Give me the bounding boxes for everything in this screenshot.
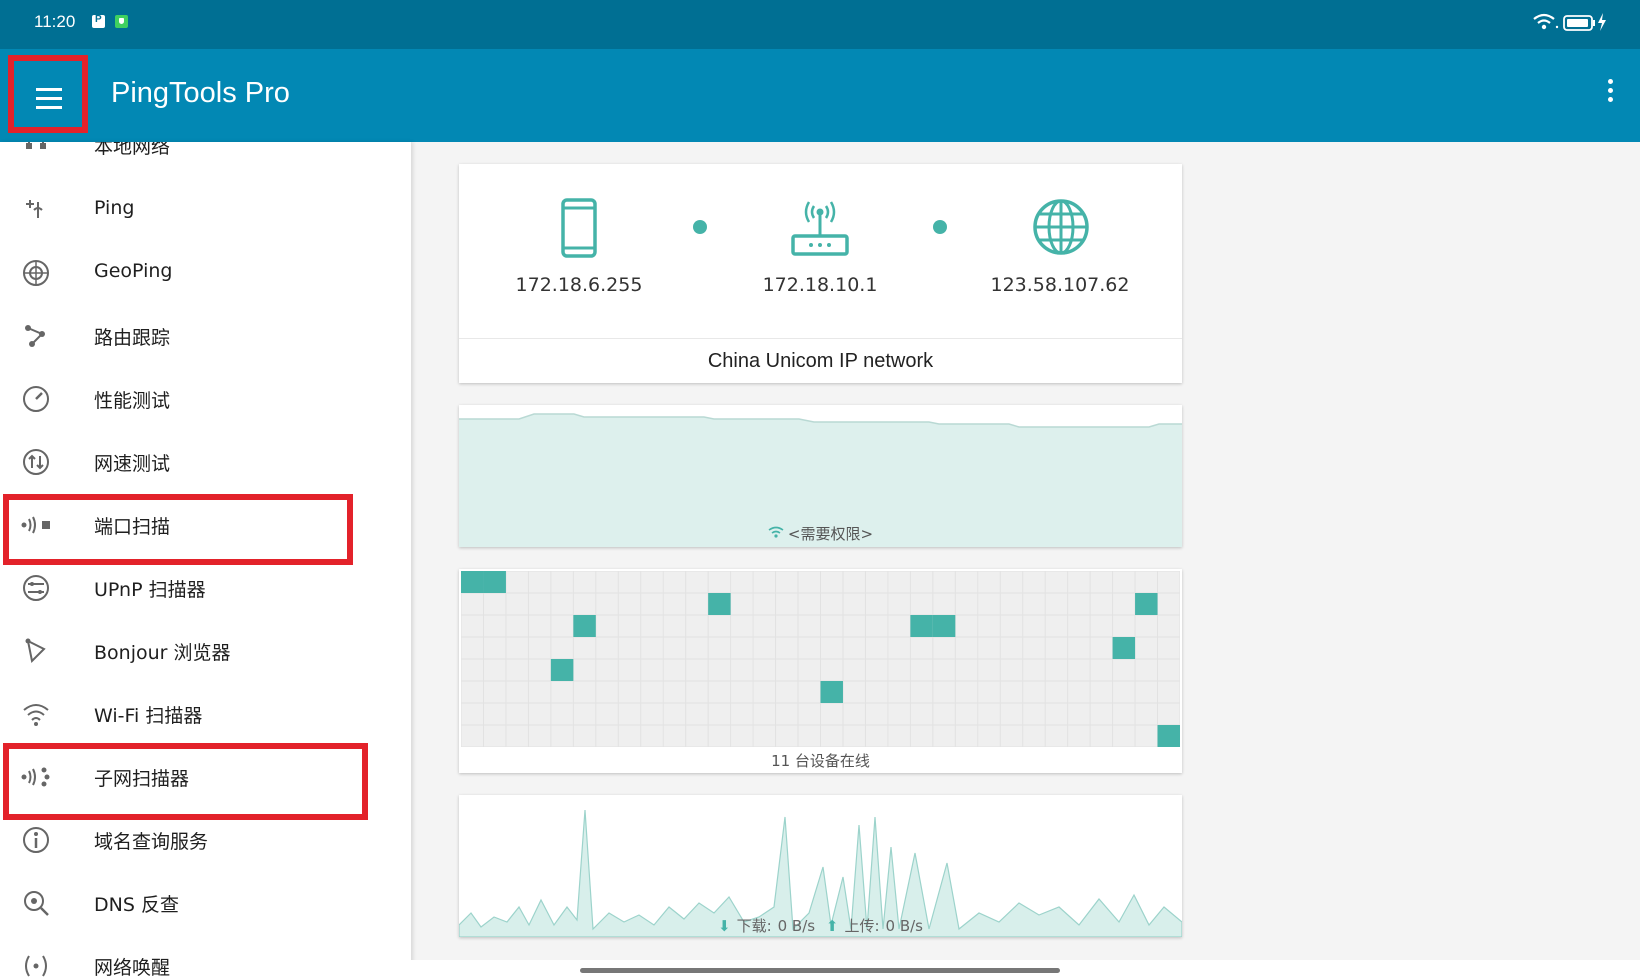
- online-device-cell: [550, 659, 574, 681]
- router-icon: [791, 201, 849, 256]
- status-icons: [1532, 10, 1610, 38]
- online-device-cell: [573, 615, 596, 637]
- up-down-arrows-icon: [23, 449, 49, 475]
- menu-button[interactable]: [8, 55, 88, 133]
- online-device-cell: [1157, 725, 1180, 747]
- download-value: 0 B/s: [777, 917, 816, 935]
- wifi-battery-icon: [1533, 13, 1606, 31]
- nav-item-bonjour-browser[interactable]: Bonjour 浏览器: [0, 619, 411, 682]
- online-device-cell: [708, 593, 731, 615]
- device-grid: [461, 571, 1180, 747]
- upload-arrow-icon: ⬆: [825, 917, 839, 935]
- nav-item-dns-lookup[interactable]: DNS 反查: [0, 871, 411, 934]
- overflow-menu-button[interactable]: [1604, 79, 1616, 107]
- subnet-scan-icon: [21, 767, 50, 787]
- globe-icon: [23, 260, 49, 286]
- nav-label: DNS 反查: [94, 894, 179, 916]
- upnp-icon: [23, 575, 49, 601]
- phone-icon: [561, 198, 597, 258]
- dns-lookup-icon: [24, 891, 49, 916]
- wifi-signal-card[interactable]: <需要权限>: [459, 405, 1182, 547]
- traffic-stats: ⬇ 下载: 0 B/s ⬆ 上传: 0 B/s: [459, 915, 1182, 936]
- nav-item-benchmark[interactable]: 性能测试: [0, 367, 411, 430]
- nav-item-upnp-scanner[interactable]: UPnP 扫描器: [0, 556, 411, 619]
- nav-label: 域名查询服务: [94, 831, 209, 853]
- nav-label: 本地网络: [94, 142, 171, 158]
- nav-label: 性能测试: [94, 390, 171, 412]
- wake-on-lan-icon: [25, 955, 47, 977]
- online-device-cell: [483, 571, 506, 593]
- router-ip: 172.18.10.1: [762, 274, 878, 296]
- nav-item-geoping[interactable]: GeoPing: [0, 241, 411, 304]
- nav-label: 子网扫描器: [94, 768, 190, 790]
- nav-label: 端口扫描: [94, 516, 171, 538]
- bonjour-icon: [25, 638, 46, 664]
- shield-icon: [115, 15, 128, 28]
- whois-icon: [23, 827, 49, 853]
- external-ip: 123.58.107.62: [990, 274, 1130, 296]
- download-label: 下载:: [736, 917, 772, 935]
- nav-label: Bonjour 浏览器: [94, 642, 231, 664]
- devices-online-count: 11 台设备在线: [771, 752, 870, 770]
- nav-item-subnet-scanner[interactable]: 子网扫描器: [0, 745, 411, 808]
- nav-item-whois[interactable]: 域名查询服务: [0, 808, 411, 871]
- online-device-cell: [910, 615, 933, 637]
- speedometer-icon: [23, 386, 49, 412]
- nav-label: Ping: [94, 197, 135, 219]
- hamburger-menu-icon: [36, 88, 62, 115]
- status-bar: 11:20: [0, 0, 1640, 49]
- online-device-cell: [461, 571, 484, 593]
- status-time: 11:20: [34, 12, 76, 31]
- online-device-cell: [932, 615, 956, 637]
- wifi-icon: [23, 704, 49, 726]
- nav-label: Wi-Fi 扫描器: [94, 705, 203, 727]
- online-device-cell: [1112, 637, 1136, 659]
- network-path-card[interactable]: 172.18.6.255 172.18.10.1 123.58.107.62 C…: [459, 164, 1182, 383]
- nav-label: 网速测试: [94, 453, 171, 475]
- connection-dot: [693, 220, 707, 234]
- online-device-cell: [1135, 593, 1158, 615]
- port-scan-icon: [21, 516, 50, 534]
- online-device-cell: [820, 681, 843, 703]
- nav-item-port-scan[interactable]: 端口扫描: [0, 493, 411, 556]
- app-bar: PingTools Pro: [0, 49, 1640, 142]
- nav-item-ping[interactable]: Ping: [0, 178, 411, 241]
- device-grid-svg: [461, 571, 1180, 747]
- nav-label: UPnP 扫描器: [94, 579, 206, 601]
- traceroute-icon: [25, 325, 45, 347]
- nav-item-local-network[interactable]: 本地网络: [0, 142, 411, 176]
- ping-icon: [26, 200, 43, 218]
- nav-label: 路由跟踪: [94, 327, 171, 349]
- upload-label: 上传:: [844, 917, 880, 935]
- local-network-icon: [26, 142, 46, 149]
- wifi-permission-status: <需要权限>: [787, 525, 874, 543]
- nav-label: 网络唤醒: [94, 957, 171, 979]
- device-ip: 172.18.6.255: [515, 274, 643, 296]
- connection-dot: [933, 220, 947, 234]
- download-arrow-icon: ⬇: [717, 917, 731, 935]
- app-title: PingTools Pro: [111, 77, 290, 109]
- home-indicator[interactable]: [580, 968, 1060, 973]
- notification-p-icon: [92, 14, 105, 28]
- internet-globe-icon: [1033, 199, 1089, 255]
- devices-card[interactable]: 11 台设备在线: [459, 569, 1182, 773]
- navigation-drawer[interactable]: 本地网络 Ping GeoPing 路由跟踪 性能测试 网速测试 端口扫描 UP…: [0, 142, 411, 979]
- nav-item-traceroute[interactable]: 路由跟踪: [0, 304, 411, 367]
- nav-label: GeoPing: [94, 260, 173, 282]
- upload-value: 0 B/s: [885, 917, 924, 935]
- nav-item-wifi-scanner[interactable]: Wi-Fi 扫描器: [0, 682, 411, 745]
- nav-item-wake-on-lan[interactable]: 网络唤醒: [0, 934, 411, 979]
- network-name: China Unicom IP network: [707, 350, 934, 372]
- traffic-card[interactable]: ⬇ 下载: 0 B/s ⬆ 上传: 0 B/s: [459, 795, 1182, 937]
- nav-item-speed-test[interactable]: 网速测试: [0, 430, 411, 493]
- network-info-row: China Unicom IP network: [459, 338, 1182, 384]
